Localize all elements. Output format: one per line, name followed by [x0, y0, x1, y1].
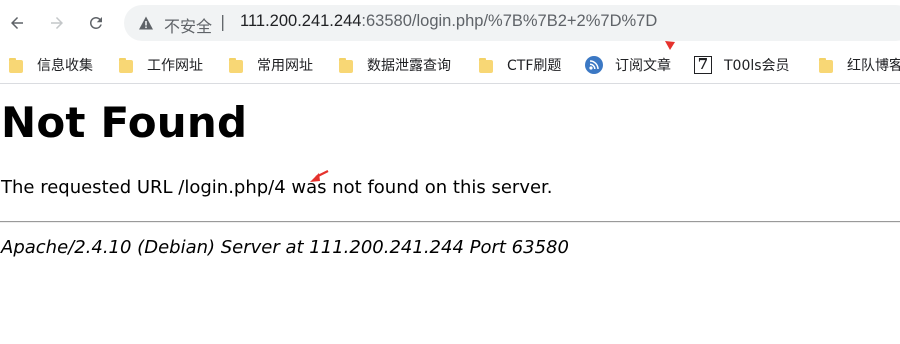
security-label[interactable]: 不安全 [164, 13, 212, 37]
bookmark-label: 订阅文章 [615, 58, 671, 74]
url-host: 111.200.241.244 [240, 12, 362, 30]
address-separator: | [220, 12, 226, 31]
arrow-right-icon [51, 17, 63, 29]
bookmark-common-sites[interactable]: 常用网址 [229, 54, 313, 76]
bookmark-label: 工作网址 [147, 58, 203, 74]
bookmark-label: 常用网址 [257, 58, 313, 74]
address-bar[interactable]: 不安全 | 111.200.241.244:63580/login.php/%7… [124, 5, 900, 41]
server-signature: Apache/2.4.10 (Debian) Server at 111.200… [1, 237, 569, 258]
url-text[interactable]: 111.200.241.244:63580/login.php/%7B%7B2+… [240, 12, 657, 31]
folder-icon [819, 57, 833, 73]
folder-icon [119, 57, 133, 73]
bookmark-label: CTF刷题 [507, 58, 562, 74]
folder-icon [339, 57, 353, 73]
error-message: The requested URL /login.php/4 was not f… [1, 177, 553, 198]
bookmark-red-team-blog[interactable]: 红队博客 [819, 54, 900, 76]
bookmark-subscribed-articles[interactable]: 订阅文章 [585, 54, 671, 76]
folder-icon [479, 57, 493, 73]
page-title: Not Found [1, 98, 248, 147]
bookmark-info-collection[interactable]: 信息收集 [9, 54, 93, 76]
arrow-left-icon [11, 17, 23, 29]
url-path: :63580/login.php/%7B%7B2+2%7D%7D [361, 12, 658, 30]
bookmark-label: T00ls会员 [724, 58, 790, 74]
bookmark-work-sites[interactable]: 工作网址 [119, 54, 203, 76]
divider [0, 221, 900, 223]
warning-icon[interactable] [138, 15, 154, 31]
bookmarks-bar: 信息收集 工作网址 常用网址 数据泄露查询 CTF刷题 订阅文章 7 T00ls… [0, 46, 900, 84]
folder-icon [9, 57, 23, 73]
forward-button[interactable] [42, 8, 72, 38]
bookmark-label: 信息收集 [37, 58, 93, 74]
annotation-arrow-icon [665, 41, 675, 50]
reload-button[interactable] [81, 8, 111, 38]
reload-icon [90, 17, 102, 29]
back-button[interactable] [2, 8, 32, 38]
annotation-arrow-icon [310, 170, 329, 182]
t00ls-icon: 7 [694, 56, 712, 74]
bookmark-data-leak-query[interactable]: 数据泄露查询 [339, 54, 451, 76]
bookmark-label: 数据泄露查询 [367, 58, 451, 74]
browser-toolbar: 不安全 | 111.200.241.244:63580/login.php/%7… [0, 0, 900, 46]
bookmark-ctf-practice[interactable]: CTF刷题 [479, 54, 561, 76]
rss-icon [585, 56, 603, 74]
folder-icon [229, 57, 243, 73]
bookmark-t00ls-member[interactable]: 7 T00ls会员 [694, 54, 790, 76]
bookmark-label: 红队博客 [847, 58, 900, 74]
